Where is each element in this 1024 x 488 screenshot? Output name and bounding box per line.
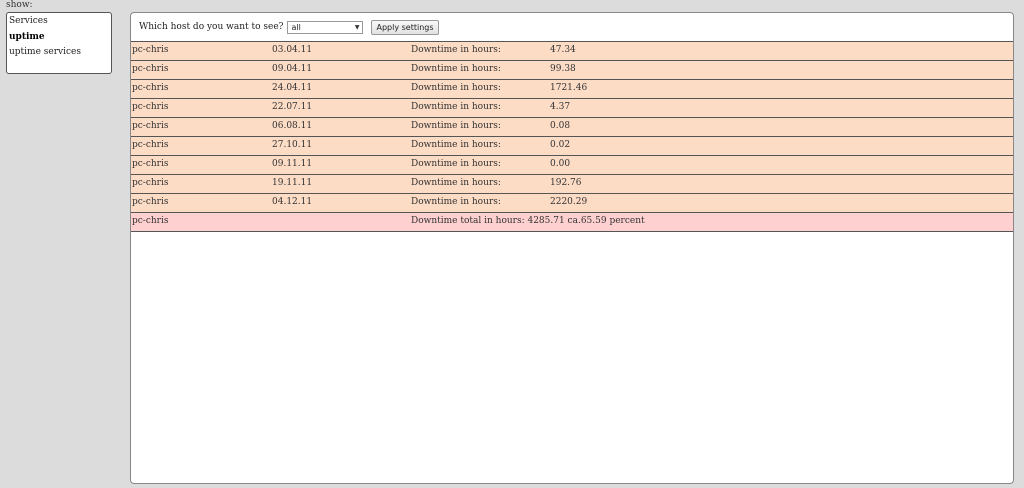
row-label: Downtime in hours: bbox=[411, 159, 501, 169]
table-row: pc-chris 22.07.11 Downtime in hours: 4.37 bbox=[131, 99, 1013, 118]
table-row: pc-chris 04.12.11 Downtime in hours: 2220.2… bbox=[131, 194, 1013, 213]
row-host: pc-chris bbox=[132, 64, 169, 74]
row-value: 2220.29 bbox=[550, 197, 588, 207]
row-host: pc-chris bbox=[132, 140, 169, 150]
total-text: Downtime total in hours: 4285.71 ca.65.5… bbox=[411, 216, 645, 226]
row-value: 0.00 bbox=[550, 159, 571, 169]
chevron-down-icon: ▼ bbox=[354, 23, 360, 31]
row-label: Downtime in hours: bbox=[411, 45, 501, 55]
row-label: Downtime in hours: bbox=[411, 64, 501, 74]
row-label: Downtime in hours: bbox=[411, 178, 501, 188]
row-value: 47.34 bbox=[550, 45, 576, 55]
toolbar: Which host do you want to see? all ▼ App… bbox=[131, 13, 1013, 42]
row-date: 22.07.11 bbox=[272, 102, 313, 112]
row-host: pc-chris bbox=[132, 45, 169, 55]
row-value: 4.37 bbox=[550, 102, 571, 112]
row-host: pc-chris bbox=[132, 102, 169, 112]
table-row: pc-chris 27.10.11 Downtime in hours: 0.02 bbox=[131, 137, 1013, 156]
row-label: Downtime in hours: bbox=[411, 83, 501, 93]
row-host: pc-chris bbox=[132, 178, 169, 188]
row-value: 1721.46 bbox=[550, 83, 588, 93]
row-value: 192.76 bbox=[550, 178, 582, 188]
table-row: pc-chris 06.08.11 Downtime in hours: 0.08 bbox=[131, 118, 1013, 137]
row-date: 27.10.11 bbox=[272, 140, 313, 150]
table-row: pc-chris 24.04.11 Downtime in hours: 1721.4… bbox=[131, 80, 1013, 99]
row-label: Downtime in hours: bbox=[411, 121, 501, 131]
row-date: 09.04.11 bbox=[272, 64, 313, 74]
row-value: 99.38 bbox=[550, 64, 576, 74]
table-row: pc-chris 09.11.11 Downtime in hours: 0.00 bbox=[131, 156, 1013, 175]
row-date: 04.12.11 bbox=[272, 197, 313, 207]
row-date: 03.04.11 bbox=[272, 45, 313, 55]
row-value: 0.02 bbox=[550, 140, 571, 150]
table-row: pc-chris 19.11.11 Downtime in hours: 192.76 bbox=[131, 175, 1013, 194]
row-host: pc-chris bbox=[132, 159, 169, 169]
nav-menu: Services uptime uptime services bbox=[6, 12, 112, 74]
nav-item-uptime[interactable]: uptime bbox=[9, 30, 109, 46]
show-label: show: bbox=[6, 0, 33, 10]
total-row: pc-chris Downtime total in hours: 4285.7… bbox=[131, 213, 1013, 232]
host-select[interactable]: all ▼ bbox=[287, 20, 364, 34]
table-row: pc-chris 09.04.11 Downtime in hours: 99.38 bbox=[131, 61, 1013, 80]
total-host: pc-chris bbox=[132, 216, 169, 226]
row-host: pc-chris bbox=[132, 121, 169, 131]
row-date: 06.08.11 bbox=[272, 121, 313, 131]
host-question-label: Which host do you want to see? bbox=[139, 22, 284, 32]
row-date: 19.11.11 bbox=[272, 178, 313, 188]
main-panel: Which host do you want to see? all ▼ App… bbox=[130, 12, 1014, 484]
row-label: Downtime in hours: bbox=[411, 140, 501, 150]
table-row: pc-chris 03.04.11 Downtime in hours: 47.34 bbox=[131, 42, 1013, 61]
row-label: Downtime in hours: bbox=[411, 102, 501, 112]
row-host: pc-chris bbox=[132, 197, 169, 207]
row-label: Downtime in hours: bbox=[411, 197, 501, 207]
nav-item-uptime-services[interactable]: uptime services bbox=[9, 45, 109, 61]
row-value: 0.08 bbox=[550, 121, 571, 131]
downtime-list: pc-chris 03.04.11 Downtime in hours: 47.34 p… bbox=[131, 42, 1013, 213]
row-date: 24.04.11 bbox=[272, 83, 313, 93]
row-host: pc-chris bbox=[132, 83, 169, 93]
host-select-value: all bbox=[291, 22, 301, 32]
nav-item-services[interactable]: Services bbox=[9, 14, 109, 30]
row-date: 09.11.11 bbox=[272, 159, 313, 169]
apply-settings-button[interactable]: Apply settings bbox=[371, 19, 439, 35]
